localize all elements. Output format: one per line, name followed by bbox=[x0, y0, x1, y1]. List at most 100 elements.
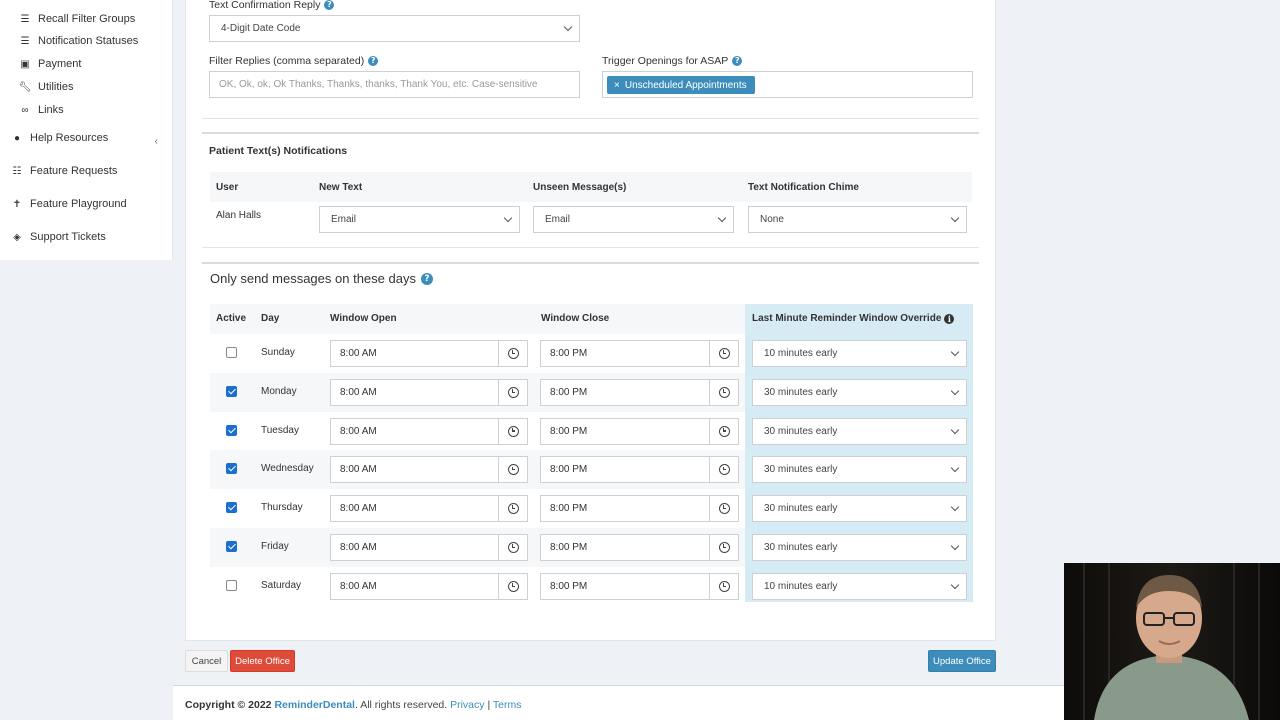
window-open-clock-button[interactable] bbox=[498, 417, 528, 445]
window-close-input[interactable]: 8:00 PM bbox=[540, 495, 711, 523]
window-close-value: 8:00 PM bbox=[550, 425, 588, 437]
sidebar-item-help-resources[interactable]: ● Help Resources bbox=[10, 132, 108, 144]
office-settings-card: Text Confirmation Reply ? 4-Digit Date C… bbox=[185, 0, 996, 641]
footer-text: Copyright © 2022 ReminderDental. All rig… bbox=[185, 699, 522, 711]
footer-privacy-link[interactable]: Privacy bbox=[450, 699, 484, 711]
sidebar-item-feature-requests[interactable]: ☷ Feature Requests bbox=[10, 165, 118, 177]
window-close-input[interactable]: 8:00 PM bbox=[540, 340, 711, 367]
sidebar-item-utilities[interactable]: 🔧︎ Utilities bbox=[18, 81, 74, 93]
sidebar-item-recall-filter-groups[interactable]: ☰ Recall Filter Groups bbox=[18, 13, 136, 25]
clock-icon bbox=[507, 503, 519, 515]
column-header-user: User bbox=[216, 182, 239, 193]
day-active-checkbox[interactable] bbox=[226, 579, 237, 591]
sidebar-item-feature-playground[interactable]: ✝ Feature Playground bbox=[10, 198, 127, 210]
override-select[interactable]: 30 minutes early bbox=[752, 495, 967, 523]
window-open-value: 8:00 AM bbox=[340, 386, 377, 398]
help-icon[interactable]: ? bbox=[732, 56, 743, 66]
window-close-input[interactable]: 8:00 PM bbox=[540, 417, 711, 445]
info-icon[interactable]: i bbox=[944, 313, 955, 324]
filter-replies-input[interactable]: OK, Ok, ok, Ok Thanks, Thanks, thanks, T… bbox=[209, 71, 580, 98]
window-open-input[interactable]: 8:00 AM bbox=[330, 340, 500, 367]
cancel-button[interactable]: Cancel bbox=[185, 650, 228, 672]
override-value: 30 minutes early bbox=[764, 542, 838, 553]
column-header-day: Day bbox=[261, 313, 280, 324]
clock-icon bbox=[507, 580, 519, 592]
chevron-down-icon bbox=[950, 213, 960, 223]
window-open-clock-button[interactable] bbox=[498, 495, 528, 523]
sidebar-item-notification-statuses[interactable]: ☰ Notification Statuses bbox=[18, 35, 139, 47]
column-header-active: Active bbox=[216, 313, 247, 324]
override-select[interactable]: 30 minutes early bbox=[752, 456, 967, 484]
day-active-checkbox[interactable] bbox=[226, 385, 237, 397]
day-active-checkbox[interactable] bbox=[226, 541, 237, 552]
clock-icon bbox=[507, 348, 519, 359]
window-open-input[interactable]: 8:00 AM bbox=[330, 378, 500, 406]
window-close-clock-button[interactable] bbox=[709, 572, 739, 600]
help-icon[interactable]: ? bbox=[420, 272, 433, 285]
day-name: Wednesday bbox=[261, 463, 314, 475]
filter-replies-label: Filter Replies (comma separated) ? bbox=[209, 55, 379, 67]
window-close-clock-button[interactable] bbox=[709, 340, 739, 367]
unseen-message-select[interactable]: Email bbox=[533, 206, 734, 233]
window-open-clock-button[interactable] bbox=[498, 456, 528, 484]
footer-copyright: Copyright © 2022 bbox=[185, 699, 272, 711]
footer-brand-link[interactable]: ReminderDental bbox=[274, 699, 355, 711]
text-confirmation-label: Text Confirmation Reply ? bbox=[209, 0, 335, 11]
window-close-clock-button[interactable] bbox=[709, 534, 739, 561]
sidebar-item-links[interactable]: ∞ Links bbox=[18, 104, 63, 116]
notification-chime-select[interactable]: None bbox=[748, 206, 967, 233]
override-select[interactable]: 30 minutes early bbox=[752, 417, 967, 445]
day-active-checkbox[interactable] bbox=[226, 463, 237, 475]
column-header-unseen: Unseen Message(s) bbox=[533, 182, 627, 193]
sidebar-item-label: Help Resources bbox=[30, 132, 109, 144]
window-open-clock-button[interactable] bbox=[498, 572, 528, 600]
override-value: 10 minutes early bbox=[764, 580, 838, 592]
window-close-input[interactable]: 8:00 PM bbox=[540, 378, 711, 406]
window-close-input[interactable]: 8:00 PM bbox=[540, 456, 711, 484]
filter-replies-label-text: Filter Replies (comma separated) bbox=[209, 55, 365, 67]
window-open-clock-button[interactable] bbox=[498, 378, 528, 406]
trigger-tag[interactable]: × Unscheduled Appointments bbox=[607, 76, 755, 94]
day-active-checkbox[interactable] bbox=[226, 424, 237, 436]
window-close-input[interactable]: 8:00 PM bbox=[540, 534, 711, 561]
new-text-select[interactable]: Email bbox=[319, 206, 520, 233]
text-confirmation-select[interactable]: 4-Digit Date Code bbox=[209, 15, 580, 42]
update-office-button[interactable]: Update Office bbox=[928, 650, 996, 672]
day-active-checkbox[interactable] bbox=[226, 347, 237, 358]
footer-terms-link[interactable]: Terms bbox=[493, 699, 522, 711]
override-select[interactable]: 10 minutes early bbox=[752, 572, 967, 600]
window-close-clock-button[interactable] bbox=[709, 378, 739, 406]
chevron-left-icon[interactable]: ‹ bbox=[155, 136, 158, 147]
window-open-input[interactable]: 8:00 AM bbox=[330, 417, 500, 445]
help-icon[interactable]: ? bbox=[368, 56, 379, 66]
window-open-input[interactable]: 8:00 AM bbox=[330, 495, 500, 523]
window-open-clock-button[interactable] bbox=[498, 340, 528, 367]
unseen-message-value: Email bbox=[545, 214, 571, 225]
override-select[interactable]: 30 minutes early bbox=[752, 534, 967, 561]
window-close-input[interactable]: 8:00 PM bbox=[540, 572, 711, 600]
help-icon[interactable]: ? bbox=[324, 0, 335, 10]
chevron-down-icon bbox=[950, 347, 960, 357]
clock-icon bbox=[718, 386, 730, 398]
override-select[interactable]: 10 minutes early bbox=[752, 340, 967, 367]
window-open-input[interactable]: 8:00 AM bbox=[330, 572, 500, 600]
footer-rights: . All rights reserved. bbox=[354, 699, 448, 711]
window-open-input[interactable]: 8:00 AM bbox=[330, 534, 500, 561]
window-open-value: 8:00 AM bbox=[340, 542, 377, 553]
remove-tag-icon[interactable]: × bbox=[614, 80, 620, 91]
list-icon: ☰ bbox=[20, 13, 30, 25]
window-open-clock-button[interactable] bbox=[498, 534, 528, 561]
delete-office-button[interactable]: Delete Office bbox=[230, 650, 295, 672]
override-select[interactable]: 30 minutes early bbox=[752, 378, 967, 406]
sidebar-item-support-tickets[interactable]: ◈ Support Tickets bbox=[10, 231, 106, 243]
window-open-input[interactable]: 8:00 AM bbox=[330, 456, 500, 484]
trigger-openings-tag-input[interactable]: × Unscheduled Appointments bbox=[602, 71, 973, 98]
sidebar-item-payment[interactable]: ▣ Payment bbox=[18, 58, 81, 70]
sidebar-item-label: Utilities bbox=[38, 81, 74, 93]
day-active-checkbox[interactable] bbox=[226, 502, 237, 514]
window-close-clock-button[interactable] bbox=[709, 495, 739, 523]
window-close-clock-button[interactable] bbox=[709, 456, 739, 484]
window-close-clock-button[interactable] bbox=[709, 417, 739, 445]
chevron-down-icon bbox=[563, 22, 573, 32]
clock-icon bbox=[718, 580, 730, 592]
